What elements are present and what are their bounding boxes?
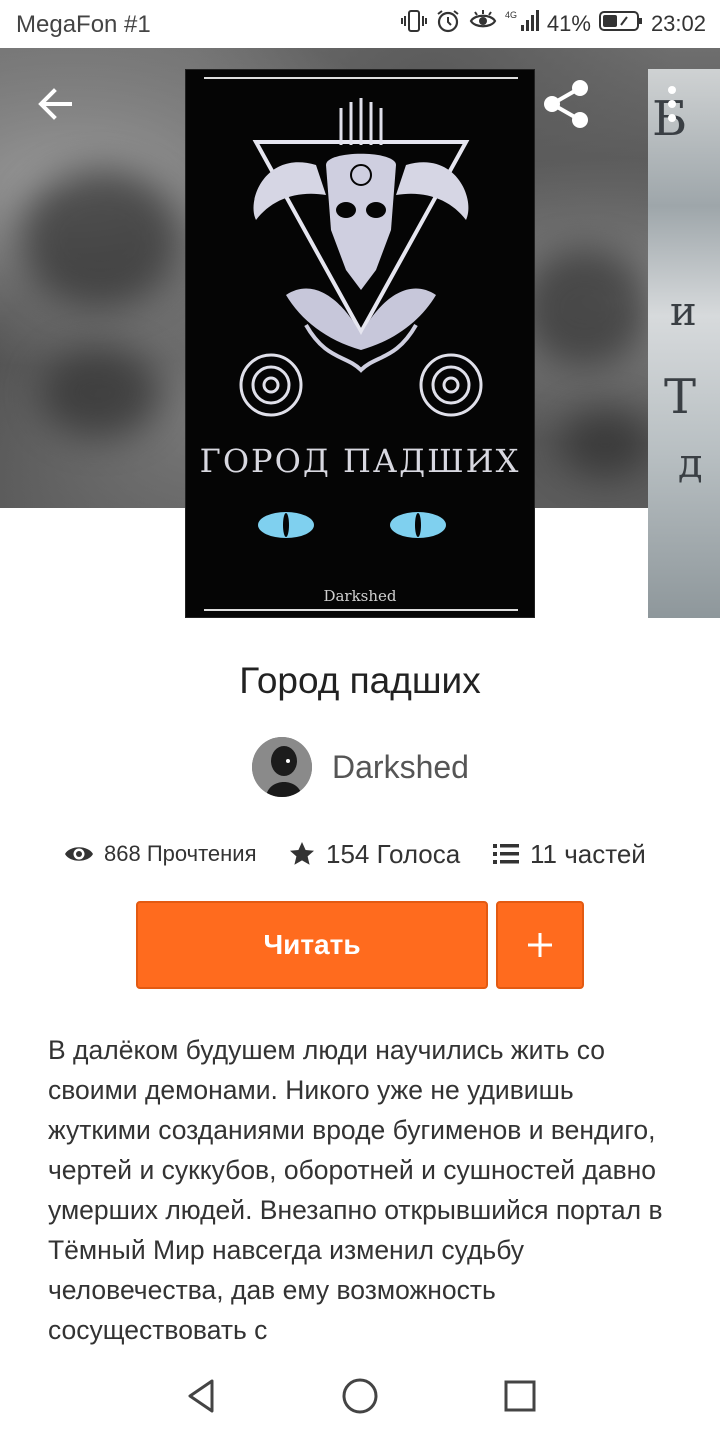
reads-count: 868 Прочтения [64, 832, 257, 876]
back-button[interactable] [30, 82, 82, 126]
plus-icon [528, 933, 552, 957]
nav-home-button[interactable] [340, 1376, 380, 1416]
author-avatar[interactable] [252, 737, 312, 797]
nav-recents-button[interactable] [500, 1376, 540, 1416]
book-stats: 868 Прочтения 154 Голоса 11 частей [0, 832, 720, 876]
alarm-icon [435, 8, 461, 40]
system-navigation-bar [0, 1352, 720, 1440]
read-button[interactable]: Читать [136, 901, 488, 989]
square-recents-icon [504, 1380, 536, 1412]
reads-count-label: 868 Прочтения [104, 841, 257, 866]
battery-icon [598, 9, 643, 39]
arrow-left-icon [38, 88, 72, 120]
vibrate-icon [400, 8, 427, 40]
parts-count-label: 11 частей [530, 838, 646, 869]
book-cover[interactable]: ГОРОД ПАДШИХ Darkshed [185, 69, 535, 618]
signal-4g-icon: 4G [505, 8, 539, 40]
nav-back-button[interactable] [182, 1376, 222, 1416]
book-title: Город падших [239, 660, 481, 701]
votes-count: 154 Голоса [288, 832, 460, 876]
triangle-back-icon [188, 1379, 214, 1413]
carrier-name: MegaFon #1 [16, 11, 151, 38]
share-button[interactable] [540, 76, 596, 132]
next-book-cover[interactable]: Б и Т д [648, 69, 720, 618]
battery-percent: 41% [546, 11, 591, 36]
goat-skull-illustration [204, 77, 518, 611]
cover-author-text: Darkshed [323, 587, 397, 605]
more-vertical-icon [668, 86, 676, 122]
add-to-library-button[interactable] [496, 901, 584, 989]
status-bar: MegaFon #1 4G 41% 23:02 [0, 0, 720, 48]
status-icons: 4G 41% 23:02 [400, 8, 706, 40]
eye-icon [469, 8, 497, 40]
clock: 23:02 [650, 11, 706, 36]
author-link[interactable]: Darkshed [252, 737, 469, 797]
author-name[interactable]: Darkshed [332, 749, 469, 786]
svg-text:4G: 4G [505, 10, 517, 20]
share-icon [544, 80, 588, 128]
more-options-button[interactable] [660, 80, 684, 128]
votes-count-label: 154 Голоса [326, 838, 461, 869]
cover-title-text: ГОРОД ПАДШИХ [199, 442, 521, 480]
star-icon [290, 842, 314, 865]
eye-icon [65, 847, 93, 861]
circle-home-icon [342, 1378, 378, 1414]
parts-count: 11 частей [492, 832, 646, 876]
list-icon [493, 844, 519, 864]
book-description: В далёком будушем люди научились жить со… [48, 1035, 663, 1345]
